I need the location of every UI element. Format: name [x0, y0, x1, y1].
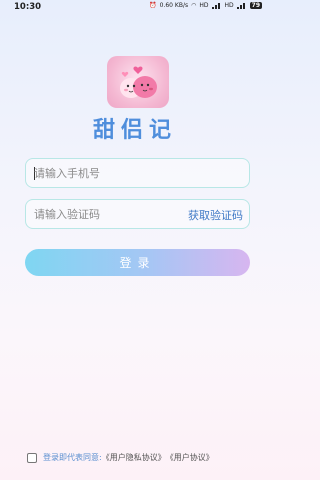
phone-field[interactable]	[25, 158, 250, 188]
verification-code-input[interactable]	[34, 200, 174, 228]
alarm-icon: ⏰	[149, 2, 157, 9]
agreement-checkbox[interactable]	[27, 452, 37, 463]
agreement-prefix: 登录即代表同意:	[43, 453, 102, 462]
signal-icon-2	[236, 2, 247, 9]
get-code-button[interactable]: 获取验证码	[188, 207, 243, 223]
code-field[interactable]: 获取验证码	[25, 199, 250, 229]
battery-icon: 79	[249, 2, 262, 9]
login-button[interactable]: 登录	[25, 249, 250, 276]
phone-input[interactable]	[34, 159, 174, 187]
status-bar: 10:30 ⏰ 0.60 KB/s ◠ HD HD 79	[0, 0, 270, 14]
status-time: 10:30	[14, 2, 42, 12]
signal-hd-label-2: HD	[224, 2, 234, 9]
signal-hd-label: HD	[199, 2, 209, 9]
privacy-agreement-link[interactable]: 《用户隐私协议》	[102, 452, 166, 463]
wifi-icon: ◠	[191, 2, 197, 9]
app-title: 甜侣记	[92, 118, 177, 143]
cartoon-hearts-logo-icon	[120, 66, 157, 98]
agreement-row: 登录即代表同意: 《用户隐私协议》 《用户协议》	[27, 452, 214, 463]
status-icons: ⏰ 0.60 KB/s ◠ HD HD 79	[149, 2, 262, 9]
signal-icon	[211, 2, 222, 9]
app-logo	[107, 56, 169, 108]
user-agreement-link[interactable]: 《用户协议》	[166, 452, 214, 463]
network-speed: 0.60 KB/s	[159, 2, 189, 9]
